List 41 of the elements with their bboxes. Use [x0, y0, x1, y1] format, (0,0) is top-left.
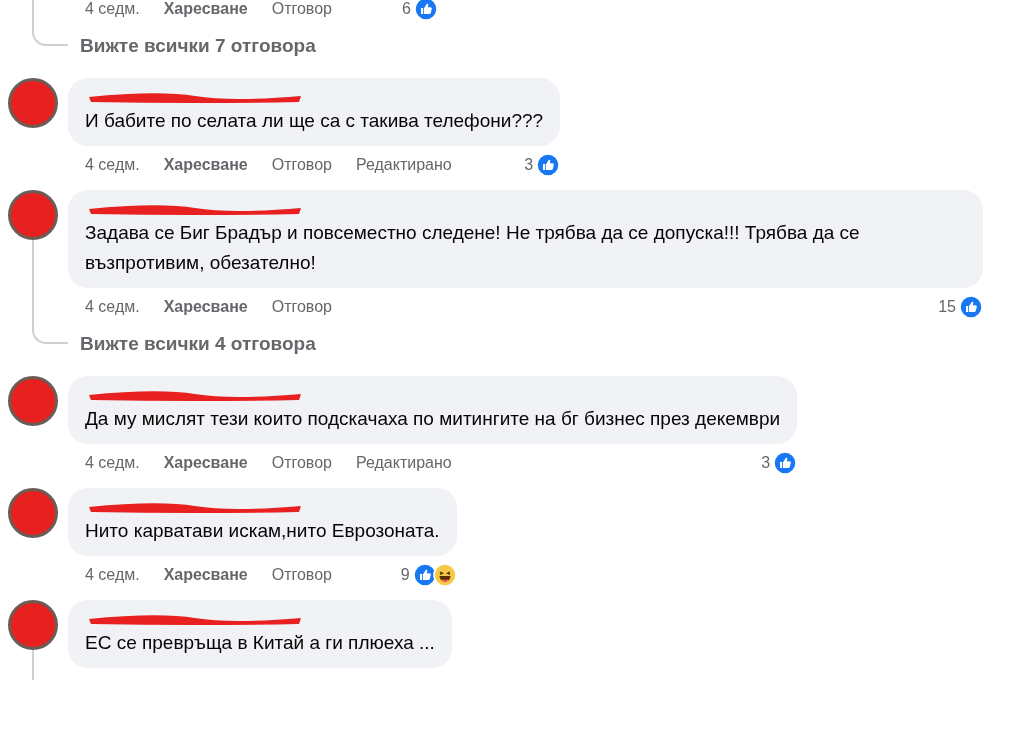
- like-link[interactable]: Харесване: [163, 563, 248, 587]
- like-reaction-icon: [959, 295, 983, 319]
- reaction-count[interactable]: 15: [938, 295, 956, 319]
- reaction-count[interactable]: 3: [761, 451, 771, 475]
- avatar-redacted[interactable]: [8, 600, 58, 650]
- thread-line: [32, 650, 34, 680]
- like-reaction-icon: [773, 451, 798, 475]
- avatar-redacted[interactable]: [8, 78, 58, 128]
- edited-label: Редактирано: [355, 155, 452, 175]
- reply-link[interactable]: Отговор: [271, 295, 332, 319]
- like-link[interactable]: Харесване: [163, 295, 248, 319]
- comment-time[interactable]: 4 седм.: [85, 153, 140, 177]
- reply-link[interactable]: Отговор: [271, 451, 332, 475]
- view-replies-link[interactable]: Вижте всички 4 отговора: [80, 329, 316, 359]
- avatar-redacted[interactable]: [8, 376, 58, 426]
- edited-label: Редактирано: [355, 453, 452, 473]
- comment-time[interactable]: 4 седм.: [85, 0, 140, 21]
- comment-text: Да му мислят тези които подскачаха по митингите на бг бизнес през декември: [85, 407, 781, 431]
- reply-link[interactable]: Отговор: [271, 153, 332, 177]
- like-link[interactable]: Харесване: [163, 0, 248, 21]
- comment-text: И бабите по селата ли ще са с такива телефони???: [85, 109, 544, 133]
- comment-text: ЕС се превръща в Китай а ги плюеха ...: [85, 631, 435, 655]
- comment-time[interactable]: 4 седм.: [85, 563, 140, 587]
- laughing-face-icon: [432, 563, 457, 587]
- comment-text: Нито карватави искам,нито Еврозоната.: [85, 519, 440, 543]
- comment-time[interactable]: 4 седм.: [85, 451, 140, 475]
- reply-link[interactable]: Отговор: [271, 563, 332, 587]
- like-reaction-icon: [412, 563, 437, 587]
- comment-text: Задава се Биг Брадър и повсеместно следене! Не трябва да се допуска!!! Трябва да се възпротивим, обезателно!: [85, 221, 861, 275]
- thread-connector: [32, 322, 68, 344]
- comment-time[interactable]: 4 седм.: [85, 295, 140, 319]
- avatar-redacted[interactable]: [8, 190, 58, 240]
- reaction-count[interactable]: 6: [402, 0, 411, 21]
- like-link[interactable]: Харесване: [163, 451, 248, 475]
- reaction-count[interactable]: 9: [400, 563, 410, 587]
- like-link[interactable]: Харесване: [163, 153, 248, 177]
- view-replies-link[interactable]: Вижте всички 7 отговора: [80, 31, 316, 61]
- reaction-count[interactable]: 3: [524, 153, 534, 177]
- reply-link[interactable]: Отговор: [271, 0, 332, 21]
- like-reaction-icon: [536, 153, 561, 177]
- avatar-redacted[interactable]: [8, 488, 58, 538]
